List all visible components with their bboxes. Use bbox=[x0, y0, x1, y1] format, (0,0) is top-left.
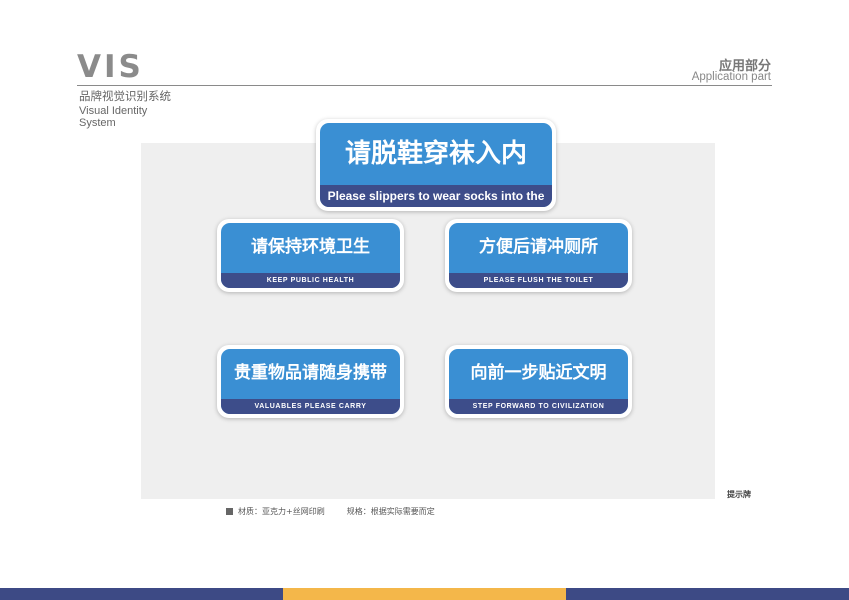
sign-step-forward: 向前一步贴近文明 STEP FORWARD TO CIVILIZATION bbox=[445, 345, 632, 418]
sign-face: 方便后请冲厕所 PLEASE FLUSH THE TOILET bbox=[449, 223, 628, 288]
sign-face: 请保持环境卫生 KEEP PUBLIC HEALTH bbox=[221, 223, 400, 288]
subtitle-en-line1: Visual Identity bbox=[79, 105, 148, 117]
vis-logo: VIS bbox=[77, 49, 144, 85]
sign-text-en: STEP FORWARD TO CIVILIZATION bbox=[449, 399, 628, 414]
sign-text-cn: 向前一步贴近文明 bbox=[470, 363, 607, 383]
spec-note: 规格：根据实际需要而定 bbox=[346, 507, 435, 516]
sign-no-shoes: 请脱鞋穿袜入内 Please slippers to wear socks in… bbox=[316, 119, 556, 211]
footer-bar-right bbox=[566, 588, 849, 600]
sign-text-cn: 请保持环境卫生 bbox=[251, 237, 370, 257]
footer-bar-left bbox=[0, 588, 283, 600]
sign-face: 向前一步贴近文明 STEP FORWARD TO CIVILIZATION bbox=[449, 349, 628, 414]
spec-notes: 材质：亚克力+丝网印刷 规格：根据实际需要而定 bbox=[226, 506, 435, 517]
square-bullet-icon bbox=[226, 508, 233, 515]
sign-keep-clean: 请保持环境卫生 KEEP PUBLIC HEALTH bbox=[217, 219, 404, 292]
sign-text-en: Please slippers to wear socks into the bbox=[320, 185, 552, 207]
sign-text-cn: 方便后请冲厕所 bbox=[479, 237, 598, 257]
sign-text-en: KEEP PUBLIC HEALTH bbox=[221, 273, 400, 288]
sign-text-cn: 请脱鞋穿袜入内 bbox=[344, 139, 527, 169]
footer-bar-middle bbox=[283, 588, 566, 600]
sign-face: 请脱鞋穿袜入内 Please slippers to wear socks in… bbox=[320, 123, 552, 207]
sign-text-cn: 贵重物品请随身携带 bbox=[234, 363, 387, 383]
sign-face: 贵重物品请随身携带 VALUABLES PLEASE CARRY bbox=[221, 349, 400, 414]
subtitle-cn: 品牌视觉识别系统 bbox=[79, 91, 171, 103]
sign-valuables: 贵重物品请随身携带 VALUABLES PLEASE CARRY bbox=[217, 345, 404, 418]
panel-caption: 提示牌 bbox=[727, 490, 751, 499]
section-title-en: Application part bbox=[691, 71, 771, 83]
subtitle-en-line2: System bbox=[79, 117, 116, 129]
material-note: 材质：亚克力+丝网印刷 bbox=[238, 507, 325, 516]
sign-text-en: VALUABLES PLEASE CARRY bbox=[221, 399, 400, 414]
header-divider bbox=[77, 85, 772, 86]
sign-text-en: PLEASE FLUSH THE TOILET bbox=[449, 273, 628, 288]
sign-flush-toilet: 方便后请冲厕所 PLEASE FLUSH THE TOILET bbox=[445, 219, 632, 292]
